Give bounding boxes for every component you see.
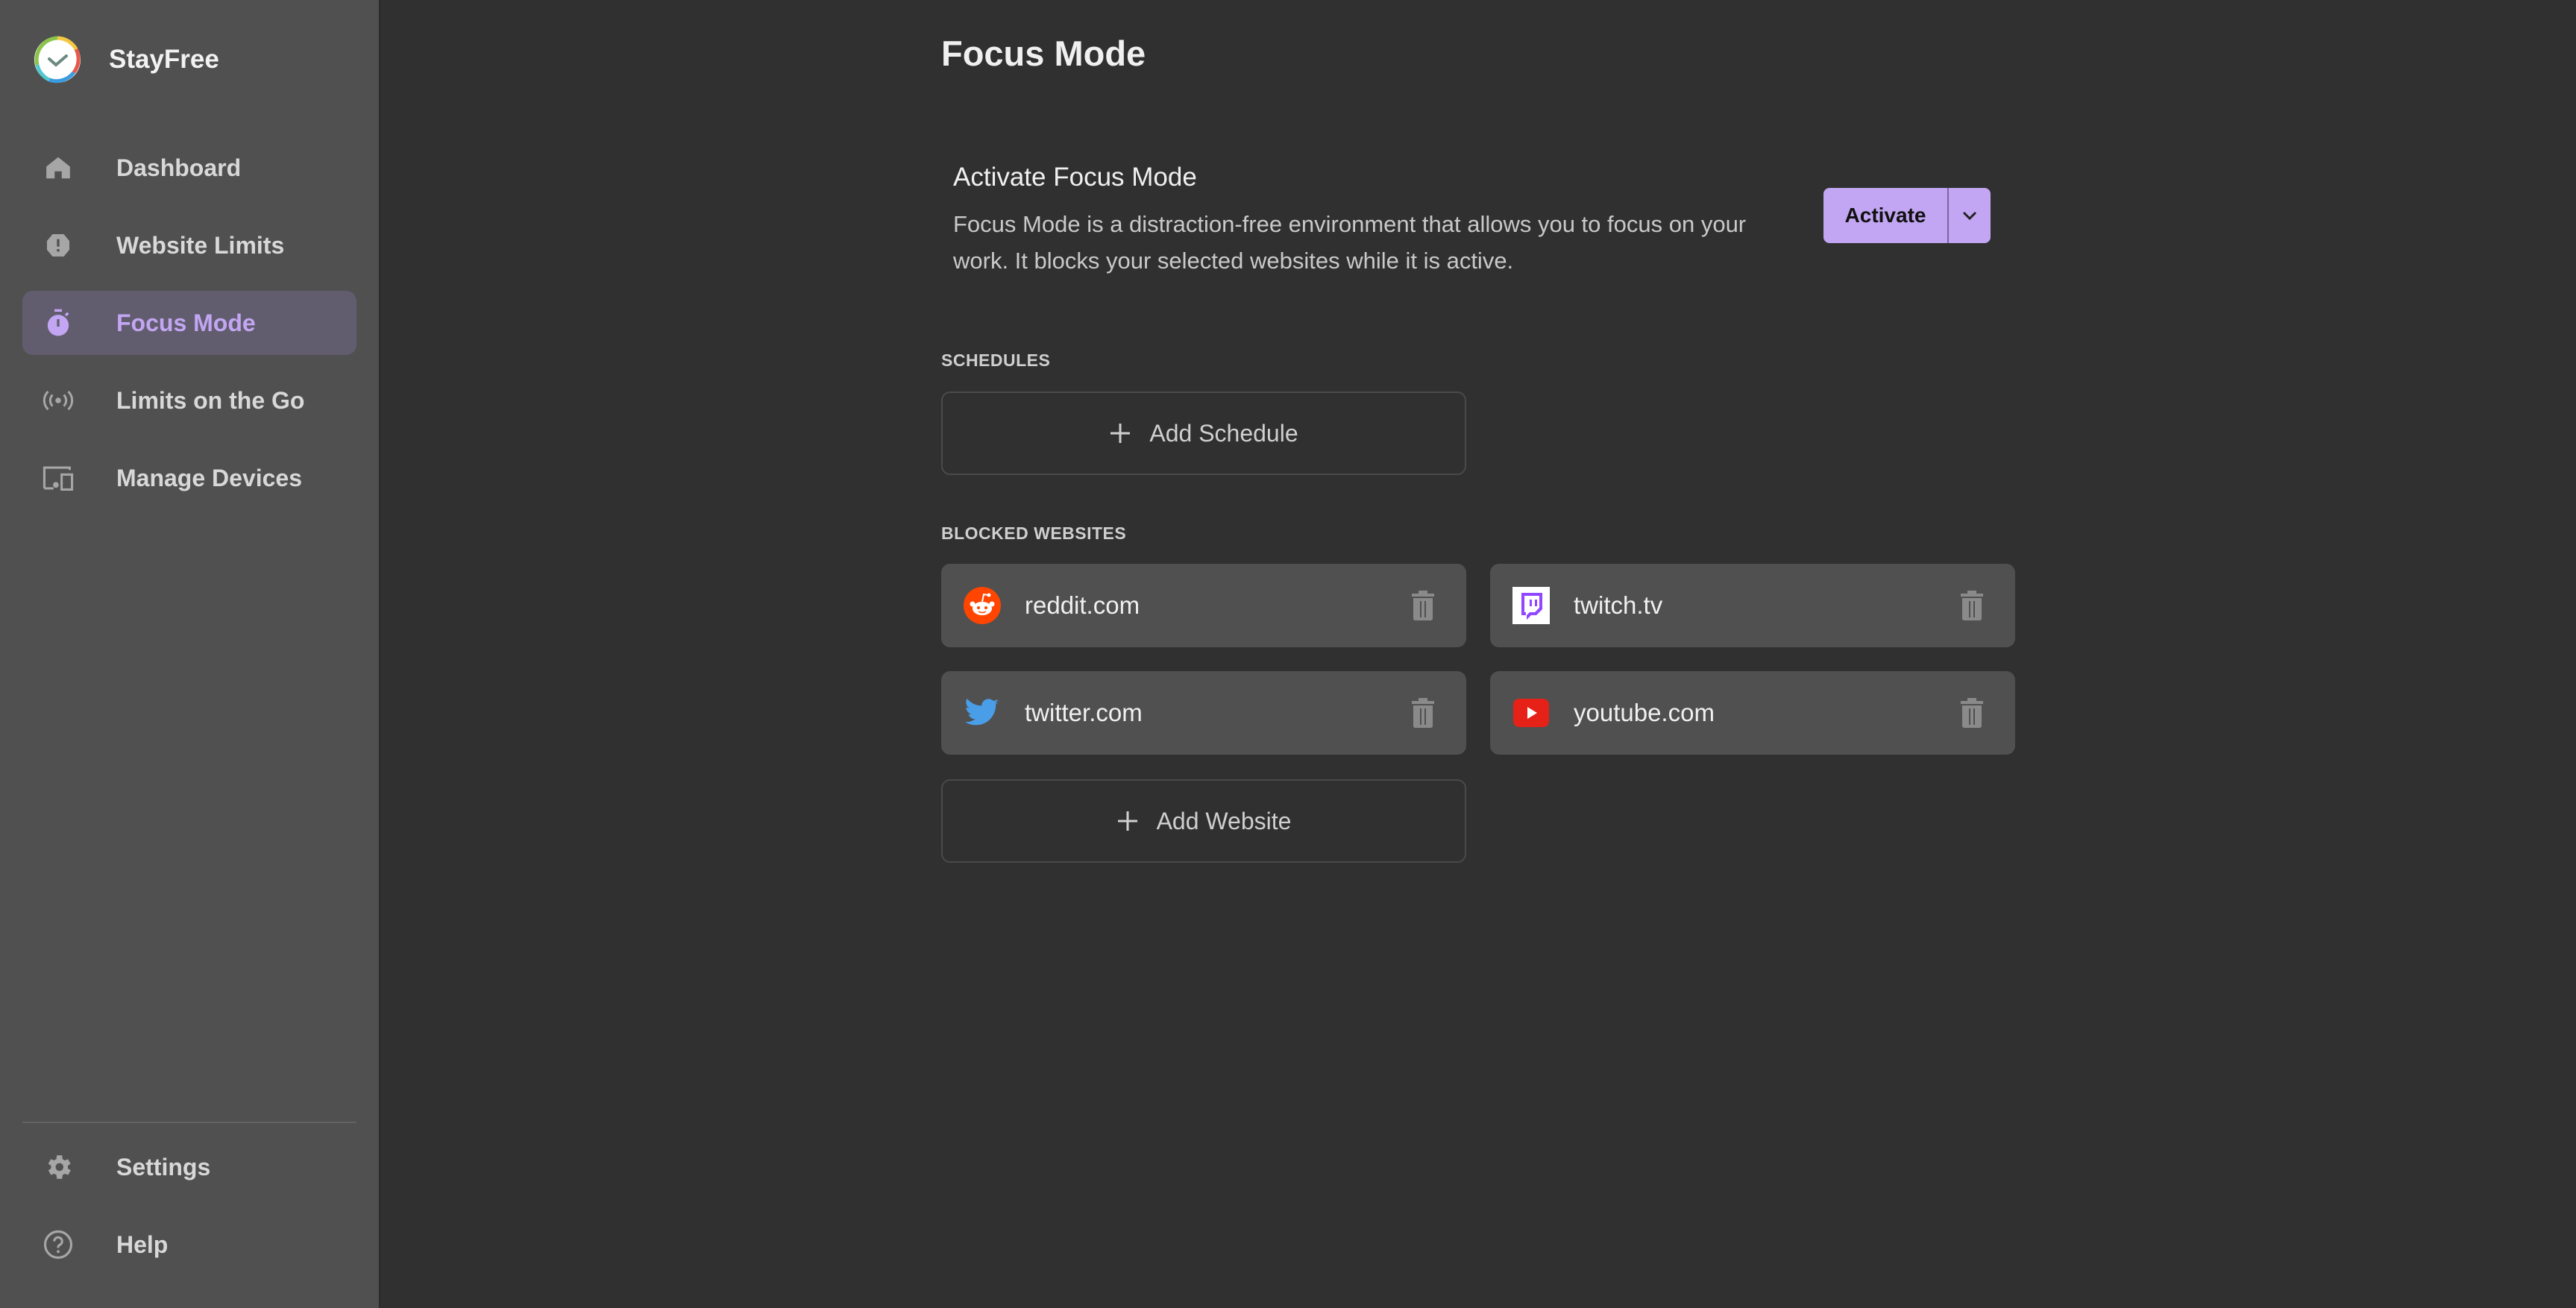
sidebar-item-label: Website Limits (116, 231, 285, 259)
activate-dropdown-button[interactable] (1949, 188, 1991, 243)
app-window: StayFree Dashboard Website Limits Focus … (0, 0, 2576, 1308)
page-title: Focus Mode (941, 34, 1146, 73)
sidebar-bottom-nav: Settings Help (22, 1135, 356, 1290)
chevron-down-icon (1962, 211, 1977, 221)
site-name: youtube.com (1574, 699, 1715, 726)
blocked-site-card: reddit.com (941, 564, 1466, 647)
home-icon (25, 136, 91, 200)
app-name: StayFree (109, 45, 219, 74)
activate-split-button: Activate (1823, 188, 1991, 243)
trash-icon (1961, 698, 1983, 728)
sidebar-item-limits-on-the-go[interactable]: Limits on the Go (22, 368, 356, 433)
plus-icon (1110, 424, 1131, 443)
blocked-site-card: twitter.com (941, 671, 1466, 755)
twitch-icon (1512, 587, 1550, 624)
reddit-icon (964, 587, 1001, 624)
delete-site-button[interactable] (1957, 589, 1987, 622)
sidebar-nav: Dashboard Website Limits Focus Mode Limi… (22, 136, 356, 523)
sidebar-item-focus-mode[interactable]: Focus Mode (22, 291, 356, 355)
sidebar-item-label: Help (116, 1230, 169, 1258)
blocked-websites-label: BLOCKED WEBSITES (941, 523, 1127, 543)
delete-site-button[interactable] (1408, 697, 1438, 729)
trash-icon (1961, 591, 1983, 620)
sidebar-item-dashboard[interactable]: Dashboard (22, 136, 356, 200)
sidebar-item-help[interactable]: Help (22, 1213, 356, 1277)
sidebar-divider (22, 1122, 356, 1123)
main-content: Focus Mode Activate Focus Mode Focus Mod… (382, 0, 2576, 1308)
twitter-icon (964, 694, 1001, 732)
activate-description: Focus Mode is a distraction-free environ… (953, 211, 1747, 274)
brand[interactable]: StayFree (33, 33, 219, 87)
sidebar-item-manage-devices[interactable]: Manage Devices (22, 446, 356, 510)
timer-icon (25, 291, 91, 355)
add-schedule-button[interactable]: Add Schedule (941, 392, 1466, 475)
sidebar-item-settings[interactable]: Settings (22, 1135, 356, 1199)
activate-button[interactable]: Activate (1823, 188, 1947, 243)
delete-site-button[interactable] (1957, 697, 1987, 729)
sidebar-item-website-limits[interactable]: Website Limits (22, 213, 356, 277)
sidebar-item-label: Dashboard (116, 154, 242, 181)
broadcast-icon (25, 368, 91, 433)
trash-icon (1412, 591, 1434, 620)
sidebar-item-label: Limits on the Go (116, 386, 305, 414)
blocked-site-card: twitch.tv (1490, 564, 2015, 647)
help-circle-icon (25, 1213, 91, 1277)
stayfree-logo-icon (34, 36, 81, 84)
sidebar-item-label: Manage Devices (116, 464, 303, 491)
delete-site-button[interactable] (1408, 589, 1438, 622)
trash-icon (1412, 698, 1434, 728)
youtube-icon (1512, 694, 1550, 732)
activate-title: Activate Focus Mode (953, 163, 1197, 192)
alert-octagon-icon (25, 213, 91, 277)
sidebar-item-label: Settings (116, 1153, 211, 1180)
site-name: twitter.com (1025, 699, 1143, 726)
sidebar: StayFree Dashboard Website Limits Focus … (0, 0, 380, 1308)
blocked-site-card: youtube.com (1490, 671, 2015, 755)
devices-icon (25, 446, 91, 510)
sidebar-item-label: Focus Mode (116, 309, 256, 336)
schedules-label: SCHEDULES (941, 350, 1051, 370)
plus-icon (1117, 811, 1137, 831)
add-website-button[interactable]: Add Website (941, 779, 1466, 863)
gear-icon (25, 1135, 91, 1199)
site-name: reddit.com (1025, 591, 1140, 619)
add-schedule-label: Add Schedule (1149, 419, 1298, 447)
site-name: twitch.tv (1574, 591, 1663, 619)
add-website-label: Add Website (1156, 807, 1292, 834)
